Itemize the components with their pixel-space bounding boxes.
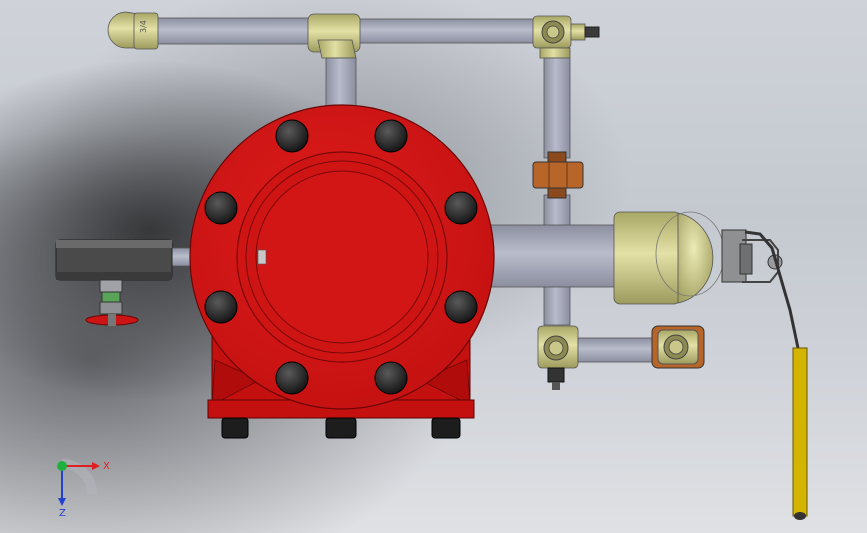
y-axis-origin-icon bbox=[57, 461, 67, 471]
top-pipe-run[interactable]: 3/4 bbox=[107, 11, 600, 109]
reference-triad: X Z bbox=[57, 459, 110, 519]
pressure-gauge[interactable] bbox=[55, 239, 193, 326]
fitting-marking: 3/4 bbox=[139, 20, 148, 33]
graphics-viewport[interactable]: 3/4 X Z bbox=[0, 0, 867, 533]
x-axis-label: X bbox=[103, 461, 110, 472]
valve-assembly-model[interactable]: 3/4 bbox=[0, 0, 867, 533]
ball-valve[interactable] bbox=[613, 211, 783, 305]
outlet-pipe[interactable] bbox=[479, 224, 621, 288]
lower-branch[interactable] bbox=[537, 325, 705, 390]
deluge-valve-body[interactable] bbox=[189, 104, 495, 439]
z-axis-label: Z bbox=[59, 508, 66, 519]
